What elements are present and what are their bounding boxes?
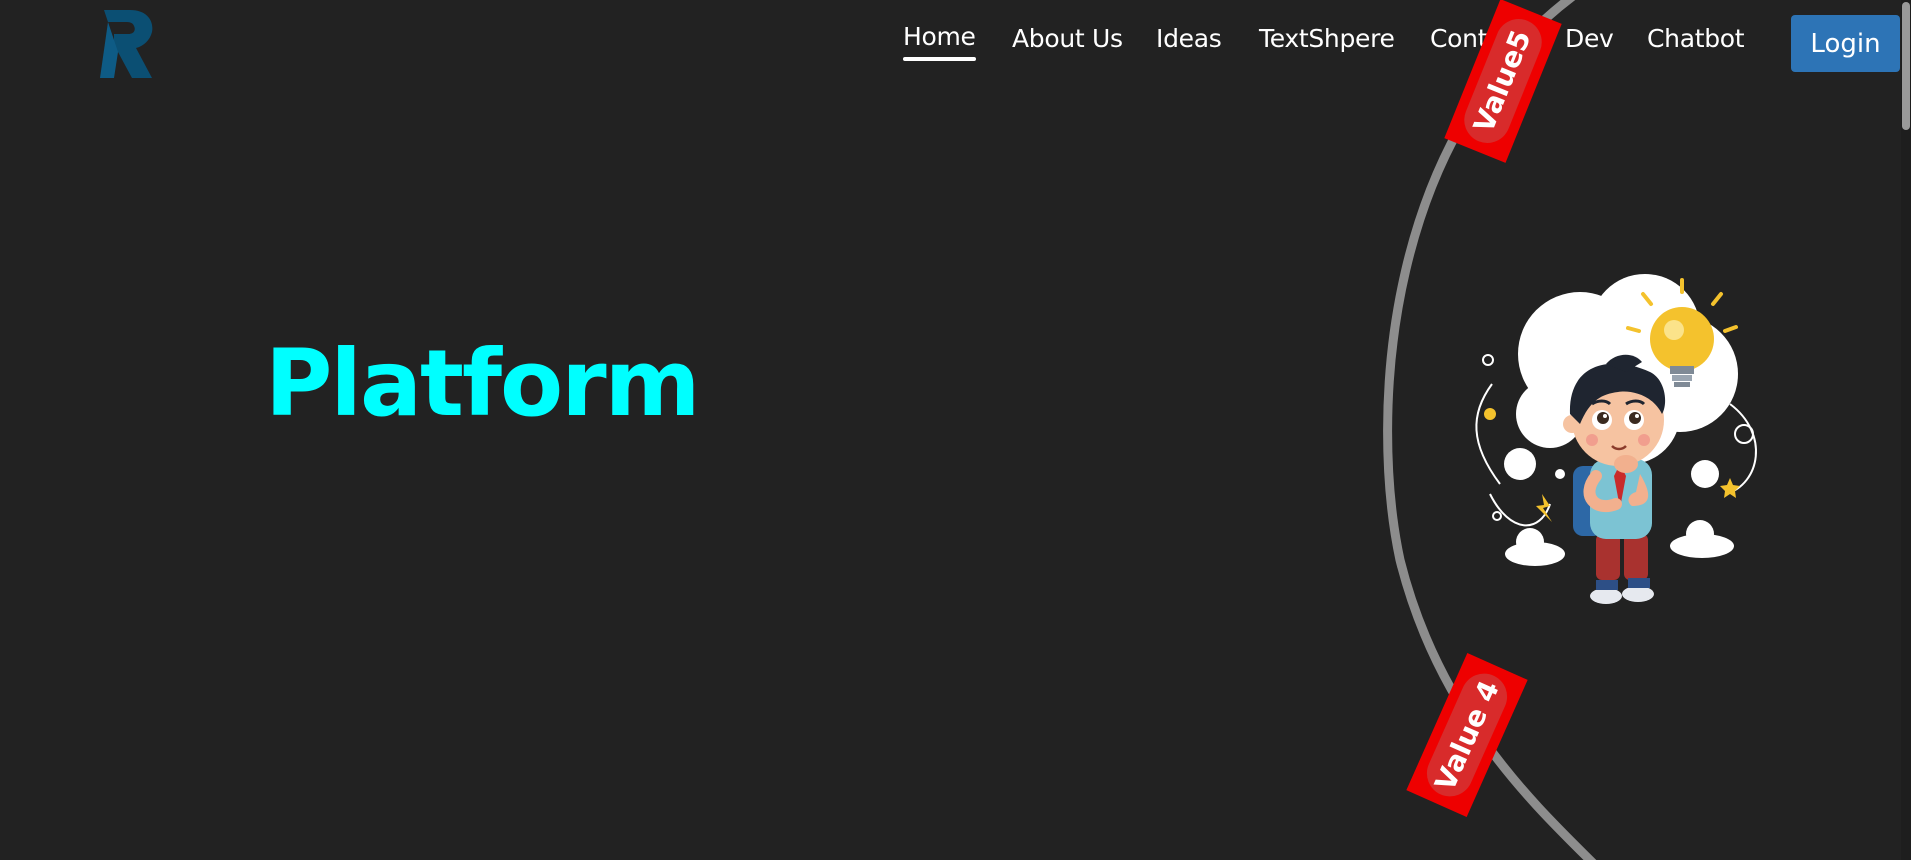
value4-label: Value 4 <box>1428 674 1506 796</box>
scrollbar-thumb[interactable] <box>1902 2 1910 130</box>
nav-dev[interactable]: Dev <box>1565 24 1614 53</box>
nav-ideas[interactable]: Ideas <box>1156 24 1222 53</box>
page: Home About Us Ideas TextShpere Contact D… <box>0 0 1911 860</box>
nav-home[interactable]: Home <box>903 22 976 61</box>
nav-chatbot[interactable]: Chatbot <box>1647 24 1745 53</box>
value4-tag-inner: Value 4 <box>1419 666 1515 804</box>
value4-tag[interactable]: Value 4 <box>1406 653 1528 817</box>
thinking-boy-with-lightbulb-icon <box>1430 244 1810 624</box>
hero-title: Platform <box>265 330 700 437</box>
nav-textshpere[interactable]: TextShpere <box>1259 24 1395 53</box>
page-scrollbar[interactable] <box>1901 0 1911 860</box>
login-button[interactable]: Login <box>1791 15 1900 72</box>
nav-about-us[interactable]: About Us <box>1012 24 1123 53</box>
main-nav: Home About Us Ideas TextShpere Contact D… <box>0 16 1911 76</box>
